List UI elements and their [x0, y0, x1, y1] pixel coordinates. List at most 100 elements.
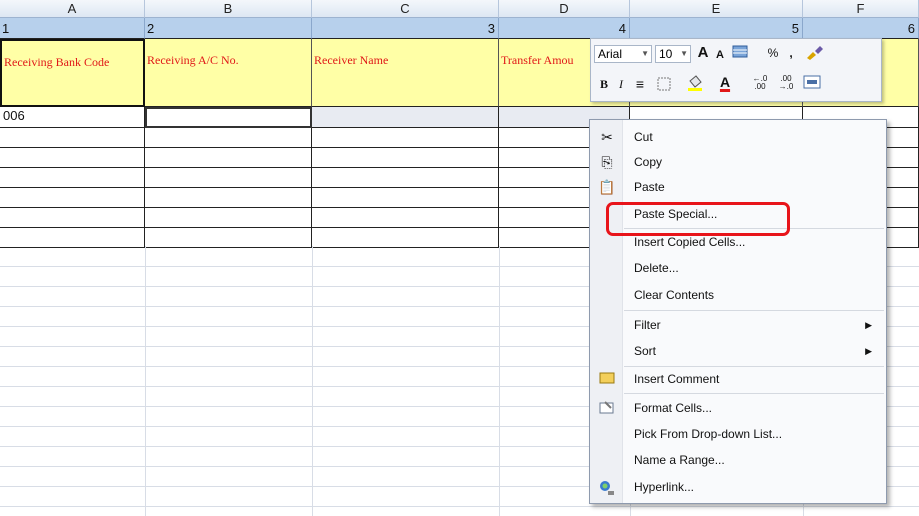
menu-item-label: Copy — [634, 155, 663, 169]
submenu-arrow-icon: ▶ — [865, 320, 872, 330]
center-align-button[interactable]: ≡ — [633, 75, 647, 93]
cell-f1[interactable]: 6 — [803, 18, 919, 39]
grid-cell[interactable] — [0, 168, 145, 188]
font-name-value: Arial — [598, 47, 623, 61]
grid-cell[interactable] — [145, 168, 312, 188]
hyperlink-icon — [598, 479, 616, 496]
menu-item-clear-contents[interactable]: Clear Contents — [592, 283, 884, 308]
gridline — [0, 506, 919, 507]
gridline — [499, 246, 500, 516]
menu-item-pick-from-dropdown[interactable]: Pick From Drop-down List... — [592, 422, 884, 447]
column-header-c[interactable]: C — [312, 0, 499, 18]
grid-cell[interactable] — [312, 107, 499, 128]
menu-item-paste[interactable]: 📋 Paste — [592, 175, 884, 200]
grid-cell[interactable] — [145, 128, 312, 148]
grid-cell[interactable] — [0, 128, 145, 148]
grid-cell[interactable] — [0, 188, 145, 208]
grid-cell[interactable] — [145, 208, 312, 228]
menu-item-label: Filter — [634, 318, 661, 332]
grid-cell[interactable] — [145, 107, 312, 128]
menu-item-hyperlink[interactable]: Hyperlink... — [592, 475, 884, 500]
font-size-value: 10 — [659, 47, 673, 61]
gridline — [145, 246, 146, 516]
header-receiving-bank-code[interactable]: Receiving Bank Code — [0, 39, 145, 107]
header-receiving-ac-no[interactable]: Receiving A/C No. — [145, 39, 312, 107]
format-painter-button[interactable] — [803, 44, 825, 65]
menu-item-label: Paste — [634, 180, 665, 194]
font-name-select[interactable]: Arial ▼ — [594, 45, 652, 63]
menu-item-filter[interactable]: Filter ▶ — [592, 313, 884, 338]
menu-item-label: Sort — [634, 344, 657, 358]
font-size-select[interactable]: 10 ▼ — [655, 45, 691, 63]
format-cells-icon — [598, 400, 616, 417]
percent-style-button[interactable]: % — [765, 44, 781, 62]
paintbrush-icon — [807, 46, 823, 60]
grid-cell[interactable] — [145, 228, 312, 248]
gridline — [312, 246, 313, 516]
copy-icon: ⎘ — [601, 154, 613, 170]
shrink-font-button[interactable]: A — [713, 46, 727, 64]
column-header-a[interactable]: A — [0, 0, 145, 18]
paint-bucket-icon — [688, 75, 702, 91]
mini-toolbar: Arial ▼ 10 ▼ A A % , B I ≡ A ←.0 .00 .00 →… — [590, 38, 882, 102]
grid-cell[interactable] — [312, 168, 499, 188]
menu-item-label: Clear Contents — [634, 288, 715, 302]
chevron-down-icon: ▼ — [680, 49, 688, 58]
italic-button[interactable]: I — [615, 75, 627, 93]
grid-cell[interactable]: 006 — [0, 107, 145, 128]
grow-font-button[interactable]: A — [695, 44, 711, 62]
grid-cell[interactable] — [0, 148, 145, 168]
cell-a1[interactable]: 1 — [0, 18, 145, 39]
grid-cell[interactable] — [145, 188, 312, 208]
column-header-d[interactable]: D — [499, 0, 630, 18]
fill-color-button[interactable] — [685, 75, 705, 97]
menu-item-label: Format Cells... — [634, 401, 713, 415]
format-painter-table-icon[interactable] — [731, 44, 751, 65]
grid-cell[interactable] — [312, 188, 499, 208]
menu-item-label: Cut — [634, 130, 653, 144]
merge-cells-icon — [803, 75, 821, 89]
menu-item-label: Delete... — [634, 261, 679, 275]
bold-button[interactable]: B — [597, 75, 611, 93]
menu-item-label: Name a Range... — [634, 453, 725, 467]
borders-icon — [657, 77, 671, 91]
menu-item-name-a-range[interactable]: Name a Range... — [592, 448, 884, 473]
chevron-down-icon: ▼ — [641, 49, 649, 58]
menu-item-insert-comment[interactable]: Insert Comment — [592, 367, 884, 392]
grid-cell[interactable] — [312, 228, 499, 248]
cell-b1[interactable]: 2 — [145, 18, 312, 39]
menu-item-sort[interactable]: Sort ▶ — [592, 339, 884, 364]
paste-special-highlight — [606, 202, 790, 236]
menu-item-delete[interactable]: Delete... — [592, 256, 884, 281]
cell-c1[interactable]: 3 — [312, 18, 499, 39]
cell-d1[interactable]: 4 — [499, 18, 630, 39]
grid-cell[interactable] — [0, 228, 145, 248]
menu-item-cut[interactable]: ✂ Cut — [592, 125, 884, 150]
decrease-decimal-button[interactable]: .00 →.0 — [775, 75, 797, 91]
context-menu: ✂ Cut ⎘ Copy 📋 Paste Paste Special... In… — [589, 119, 887, 504]
comment-icon — [598, 371, 616, 388]
header-receiver-name[interactable]: Receiver Name — [312, 39, 499, 107]
increase-decimal-button[interactable]: ←.0 .00 — [749, 75, 771, 91]
menu-separator — [624, 393, 884, 394]
menu-item-label: Hyperlink... — [634, 480, 695, 494]
borders-button[interactable] — [655, 77, 673, 96]
comma-style-button[interactable]: , — [785, 44, 797, 62]
menu-separator — [624, 310, 884, 311]
grid-cell[interactable] — [312, 148, 499, 168]
font-color-button[interactable]: A — [717, 73, 733, 91]
grid-cell[interactable] — [145, 148, 312, 168]
menu-item-copy[interactable]: ⎘ Copy — [592, 150, 884, 175]
column-header-b[interactable]: B — [145, 0, 312, 18]
grid-cell[interactable] — [312, 208, 499, 228]
cell-e1[interactable]: 5 — [630, 18, 803, 39]
column-header-e[interactable]: E — [630, 0, 803, 18]
merge-center-button[interactable] — [801, 75, 823, 94]
submenu-arrow-icon: ▶ — [865, 346, 872, 356]
grid-cell[interactable] — [0, 208, 145, 228]
menu-item-format-cells[interactable]: Format Cells... — [592, 396, 884, 421]
grid-cell[interactable] — [312, 128, 499, 148]
column-header-f[interactable]: F — [803, 0, 919, 18]
menu-item-label: Pick From Drop-down List... — [634, 427, 783, 441]
scissors-icon: ✂ — [601, 129, 613, 145]
